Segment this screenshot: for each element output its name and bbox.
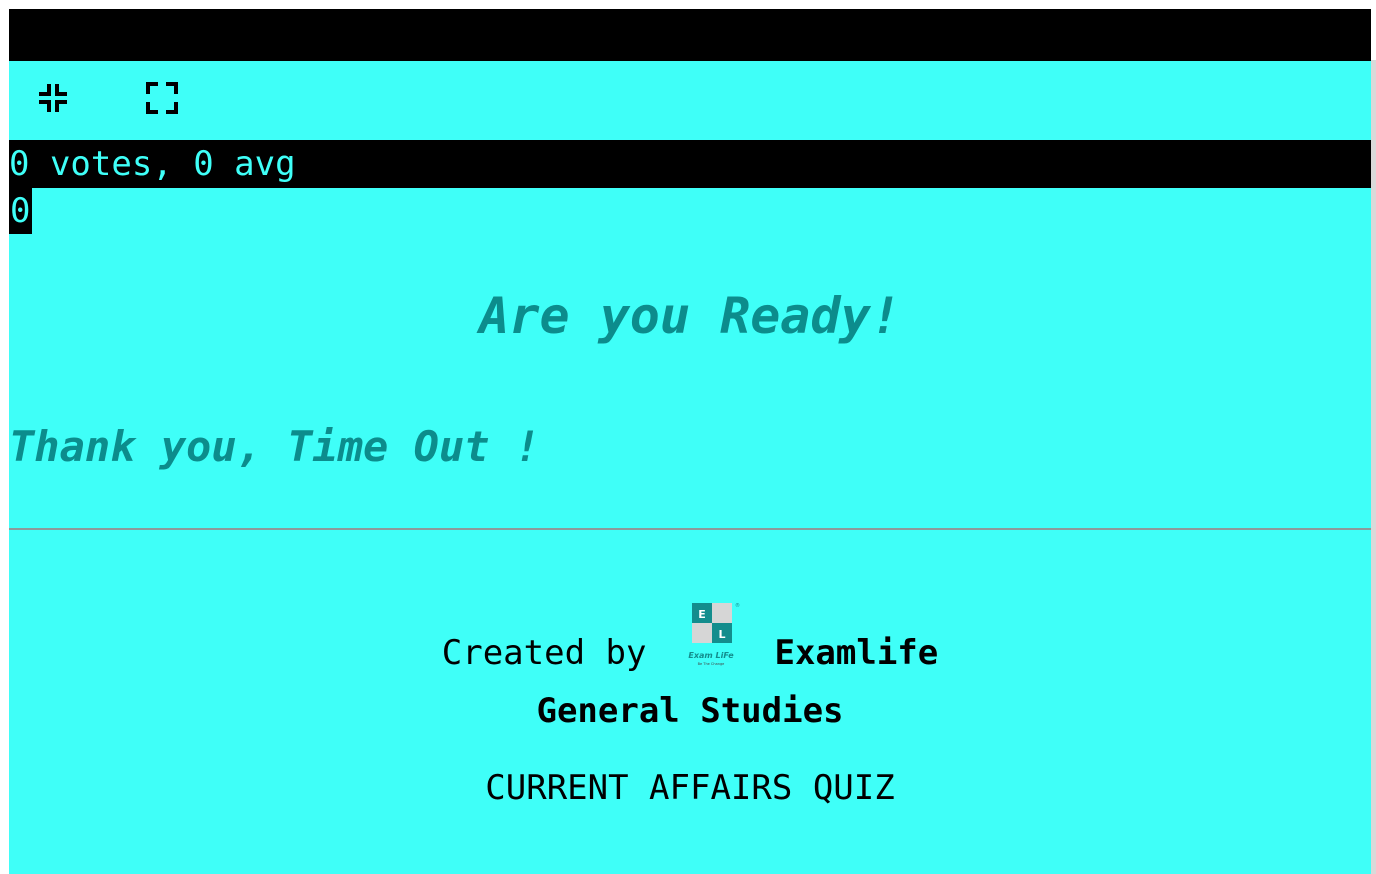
timeout-message: Thank you, Time Out ! (9, 422, 541, 471)
svg-text:E: E (699, 608, 707, 621)
exit-fullscreen-button[interactable] (37, 82, 69, 114)
ready-heading: Are you Ready! (479, 287, 901, 345)
page-scrollbar[interactable] (1371, 60, 1376, 874)
exit-fullscreen-icon (39, 84, 67, 112)
examlife-logo: E L ® Exam LiFe Be The Change (678, 601, 744, 673)
quiz-container: 0 votes, 0 avg 0 Are you Ready! Thank yo… (9, 9, 1371, 874)
svg-text:®: ® (735, 602, 740, 609)
created-by-label: Created by (441, 633, 647, 673)
quiz-credits: Created by E L ® Exam LiFe Be The Change… (9, 595, 1371, 675)
score-badge: 0 (9, 188, 33, 234)
rating-summary: 0 votes, 0 avg (9, 140, 1371, 188)
section-divider (9, 528, 1371, 530)
svg-text:L: L (719, 628, 726, 641)
quiz-header-bar (9, 9, 1371, 61)
quiz-title: CURRENT AFFAIRS QUIZ (485, 768, 895, 808)
creator-name: Examlife (774, 633, 939, 673)
fullscreen-controls (9, 61, 1371, 140)
fullscreen-button[interactable] (146, 82, 178, 114)
quiz-subject: General Studies (536, 691, 844, 731)
svg-text:Exam LiFe: Exam LiFe (689, 651, 735, 660)
fullscreen-icon (146, 82, 178, 114)
svg-text:Be The Change: Be The Change (698, 662, 725, 666)
